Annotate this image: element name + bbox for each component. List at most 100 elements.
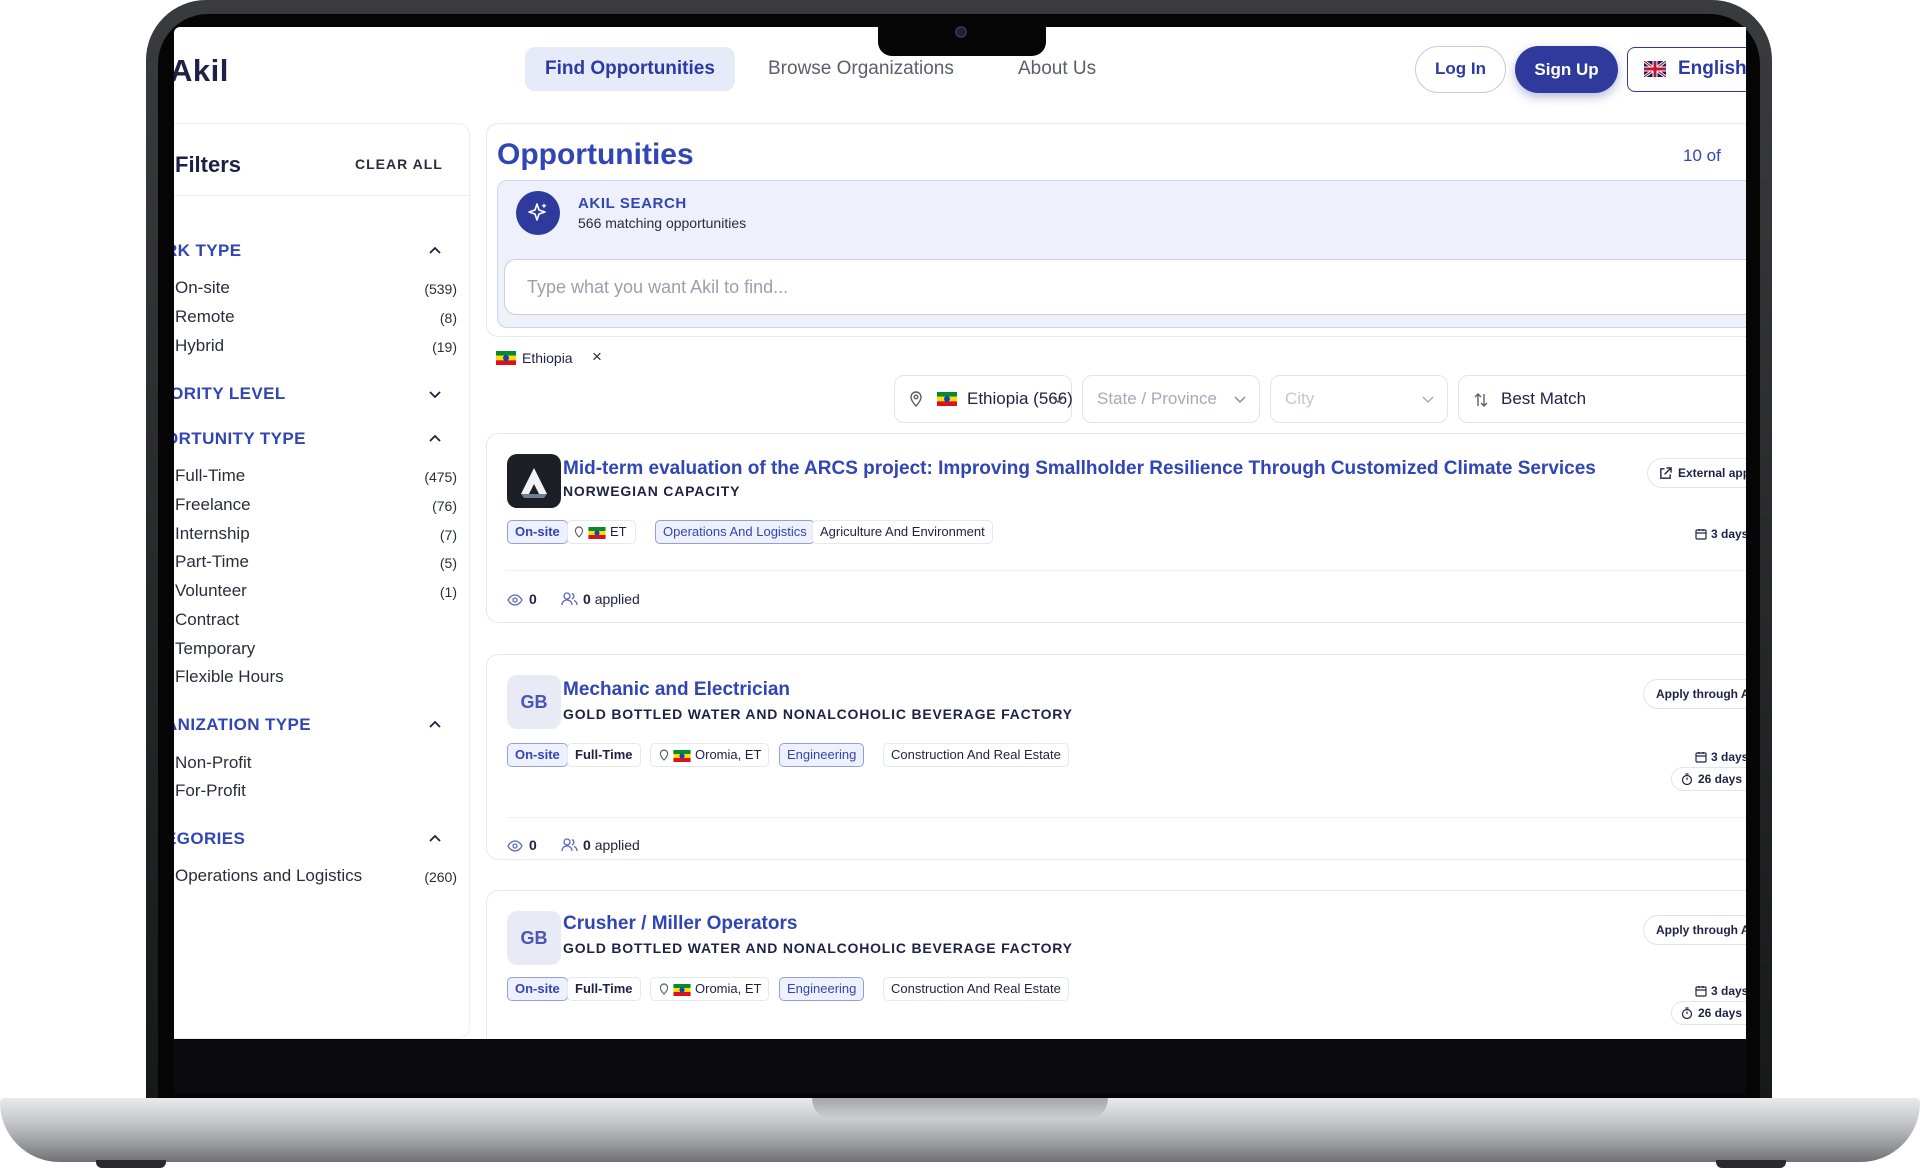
chevron-up-icon[interactable] [427,431,443,447]
deadline-label: 26 days l [1698,1006,1746,1020]
filter-option[interactable]: Freelance (76) [175,495,457,517]
category-tag: Engineering [779,977,865,1001]
akil-logo[interactable]: Akil [174,53,229,89]
filter-option[interactable]: Contract [175,610,457,632]
chevron-up-icon[interactable] [427,831,443,847]
employment-type-tag: Full-Time [567,743,641,767]
main-content: Opportunities 10 of AKIL SEARCH 566 matc… [486,123,1746,1039]
eye-icon [507,594,523,606]
timer-icon [1681,773,1693,785]
filter-option[interactable]: Temporary [175,639,457,661]
location-tag: ET [567,520,636,544]
filter-option[interactable]: Flexible Hours [175,667,457,689]
filter-option[interactable]: Internship (7) [175,524,457,546]
filter-option[interactable]: Non-Profit [175,753,457,775]
organization-logo [507,454,561,508]
filters-title: Filters [175,152,242,177]
filter-option[interactable]: On-site (539) [175,278,457,300]
akil-search-box: AKIL SEARCH 566 matching opportunities T… [497,180,1746,328]
sort-select[interactable]: Best Match [1458,375,1746,423]
signup-button[interactable]: Sign Up [1515,46,1618,93]
ethiopia-flag-icon [673,750,691,762]
chip-label: Ethiopia [522,350,573,366]
chevron-down-icon [1234,396,1246,404]
ethiopia-flag-icon [673,984,691,996]
option-label: Non-Profit [175,753,252,772]
option-label: On-site [175,278,230,297]
filter-option[interactable]: Hybrid (19) [175,336,457,358]
opportunity-card[interactable]: Mid-term evaluation of the ARCS project:… [486,433,1746,623]
section-title[interactable]: EGORIES [174,829,245,849]
views-count: 0 [529,591,537,607]
external-link-icon [1660,467,1672,479]
filter-option[interactable]: Full-Time (475) [175,466,457,488]
location-pin-icon [574,526,584,538]
location-pin-icon [910,391,922,407]
city-select-placeholder: City [1285,389,1315,408]
opportunity-title[interactable]: Crusher / Miller Operators [563,913,797,935]
option-label: Flexible Hours [175,667,284,686]
state-select-placeholder: State / Province [1097,389,1218,408]
chevron-down-icon[interactable] [427,386,443,402]
login-button[interactable]: Log In [1415,46,1506,93]
country-select[interactable]: Ethiopia (566) [894,375,1073,423]
opportunity-title[interactable]: Mechanic and Electrician [563,679,790,701]
location-pin-icon [659,749,669,761]
work-type-tag: On-site [507,743,568,767]
section-title[interactable]: ORTUNITY TYPE [174,429,306,449]
option-label: Volunteer [175,581,247,600]
chevron-up-icon[interactable] [427,243,443,259]
organization-name[interactable]: GOLD BOTTLED WATER AND NONALCOHOLIC BEVE… [563,706,1073,722]
ethiopia-flag-icon [937,392,957,406]
external-apply-button[interactable]: External app [1647,458,1746,488]
filter-option[interactable]: Part-Time (5) [175,552,457,574]
akil-search-input[interactable]: Type what you want Akil to find... [504,259,1746,315]
opportunity-title[interactable]: Mid-term evaluation of the ARCS project:… [563,458,1596,480]
close-icon[interactable]: × [592,347,602,367]
chevron-up-icon[interactable] [427,717,443,733]
option-label: Temporary [175,639,256,658]
calendar-icon [1695,752,1707,763]
search-panel: Opportunities 10 of AKIL SEARCH 566 matc… [486,123,1746,337]
option-label: Full-Time [175,466,246,485]
option-label: Contract [175,610,240,629]
opportunity-card[interactable]: GB Crusher / Miller Operators GOLD BOTTL… [486,890,1746,1039]
section-title[interactable]: ANIZATION TYPE [174,715,311,735]
opportunity-card[interactable]: GB Mechanic and Electrician GOLD BOTTLED… [486,654,1746,860]
organization-name[interactable]: GOLD BOTTLED WATER AND NONALCOHOLIC BEVE… [563,940,1073,956]
filter-option[interactable]: For-Profit [175,781,457,803]
eye-icon [507,840,523,852]
employment-type-tag: Full-Time [567,977,641,1001]
section-title[interactable]: IORITY LEVEL [174,384,286,404]
posted-time: 3 days [1711,527,1746,541]
filter-option[interactable]: Remote (8) [175,307,457,329]
sparkle-icon [516,191,560,235]
option-label: For-Profit [175,781,246,800]
organization-name[interactable]: NORWEGIAN CAPACITY [563,483,740,499]
language-selector[interactable]: English [1627,47,1746,92]
apply-through-button[interactable]: Apply through A [1643,679,1746,709]
organization-logo: GB [507,675,561,729]
location-tag: Oromia, ET [650,743,770,767]
nav-find-opportunities[interactable]: Find Opportunities [525,47,735,91]
apply-through-button[interactable]: Apply through A [1643,915,1746,945]
city-select[interactable]: City [1270,375,1448,423]
filter-option[interactable]: Volunteer (1) [175,581,457,603]
option-count: (7) [439,527,457,543]
calendar-icon [1695,986,1707,997]
option-label: Remote [175,307,235,326]
filters-header: Filters CLEAR ALL [174,124,469,196]
deadline-badge: 26 days l [1671,767,1746,791]
section-title[interactable]: RK TYPE [174,241,241,261]
option-label: Operations and Logistics [175,866,363,885]
clear-all-button[interactable]: CLEAR ALL [355,156,443,172]
applied-count: 0 applied [583,837,640,853]
deadline-label: 26 days l [1698,772,1746,786]
location-pin-icon [659,983,669,995]
screen-chin [174,1040,1746,1094]
chevron-down-icon [1052,396,1064,404]
state-select[interactable]: State / Province [1082,375,1260,423]
filter-option[interactable]: Operations and Logistics (260) [175,866,457,888]
location-tag: Oromia, ET [650,977,770,1001]
option-count: (19) [432,339,457,355]
